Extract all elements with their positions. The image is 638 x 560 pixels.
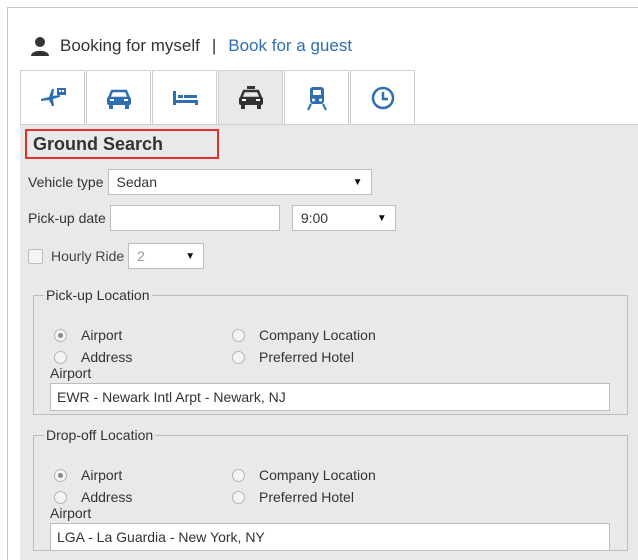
pickup-airport-label: Airport xyxy=(81,327,123,343)
dropoff-radio-airport[interactable]: Airport xyxy=(54,467,122,483)
pickup-radio-airport[interactable]: Airport xyxy=(54,327,122,343)
chevron-down-icon: ▼ xyxy=(352,176,363,188)
taxi-icon xyxy=(238,85,263,109)
ground-search-panel: Ground Search Vehicle type Sedan ▼ Pick-… xyxy=(20,124,638,560)
car-icon xyxy=(106,89,131,109)
radio-button[interactable] xyxy=(232,490,245,504)
hourly-ride-checkbox[interactable] xyxy=(28,248,43,264)
chevron-down-icon: ▼ xyxy=(185,250,196,262)
dropoff-location-fieldset: Drop-off Location Airport Company Locati… xyxy=(33,427,628,551)
dropoff-hotel-label: Preferred Hotel xyxy=(259,489,354,505)
vehicle-type-label: Vehicle type xyxy=(28,174,104,190)
clock-icon xyxy=(371,86,394,109)
radio-button[interactable] xyxy=(54,468,67,482)
radio-button[interactable] xyxy=(232,350,245,364)
dropoff-location-legend: Drop-off Location xyxy=(46,427,154,443)
vehicle-type-select[interactable]: Sedan ▼ xyxy=(107,169,372,195)
booking-for-myself[interactable]: Booking for myself xyxy=(60,36,200,56)
radio-button[interactable] xyxy=(54,328,67,342)
pickup-company-label: Company Location xyxy=(259,327,376,343)
hourly-ride-row: Hourly Ride 2 ▼ xyxy=(28,243,205,269)
radio-button[interactable] xyxy=(54,350,67,364)
dropoff-radio-address[interactable]: Address xyxy=(54,489,132,505)
tab-rail[interactable] xyxy=(284,70,349,124)
tab-recent[interactable] xyxy=(350,70,415,124)
dropoff-radio-hotel[interactable]: Preferred Hotel xyxy=(232,489,354,505)
radio-button[interactable] xyxy=(232,328,245,342)
vehicle-type-row: Vehicle type Sedan ▼ xyxy=(28,169,372,195)
bed-icon xyxy=(172,90,198,105)
pickup-date-input[interactable] xyxy=(109,205,280,231)
chevron-down-icon: ▼ xyxy=(376,212,387,224)
train-icon xyxy=(306,86,327,110)
travel-type-tabs xyxy=(20,70,638,124)
tab-car[interactable] xyxy=(86,70,151,124)
pickup-hotel-label: Preferred Hotel xyxy=(259,349,354,365)
dropoff-address-label: Address xyxy=(81,489,133,505)
booking-separator: | xyxy=(211,36,217,55)
book-for-guest-link[interactable]: Book for a guest xyxy=(228,36,352,56)
hourly-ride-value: 2 xyxy=(137,248,145,264)
vehicle-type-value: Sedan xyxy=(116,174,157,190)
dropoff-airport-label: Airport xyxy=(81,467,123,483)
tab-ground-transport[interactable] xyxy=(218,70,283,124)
dropoff-radio-company[interactable]: Company Location xyxy=(232,467,376,483)
dropoff-airport-input[interactable]: LGA - La Guardia - New York, NY xyxy=(50,523,610,551)
person-icon xyxy=(31,37,49,56)
dropoff-airport-field-label: Airport xyxy=(50,505,92,521)
tab-air-hotel[interactable] xyxy=(20,70,85,124)
hourly-ride-select[interactable]: 2 ▼ xyxy=(128,243,205,269)
ground-search-title: Ground Search xyxy=(25,129,219,159)
pickup-date-row: Pick-up date 9:00 ▼ xyxy=(28,205,396,231)
pickup-location-legend: Pick-up Location xyxy=(46,287,150,303)
dropoff-company-label: Company Location xyxy=(259,467,376,483)
pickup-airport-input[interactable]: EWR - Newark Intl Arpt - Newark, NJ xyxy=(50,383,610,411)
booking-mode-bar: Booking for myself | Book for a guest xyxy=(30,34,352,58)
pickup-time-value: 9:00 xyxy=(300,210,329,226)
pickup-radio-address[interactable]: Address xyxy=(54,349,132,365)
pickup-address-label: Address xyxy=(81,349,133,365)
pickup-date-label: Pick-up date xyxy=(28,210,106,226)
tab-hotel[interactable] xyxy=(152,70,217,124)
airplane-hotel-icon xyxy=(40,87,66,106)
pickup-radio-company[interactable]: Company Location xyxy=(232,327,376,343)
radio-button[interactable] xyxy=(54,490,67,504)
pickup-location-fieldset: Pick-up Location Airport Company Locatio… xyxy=(33,287,628,415)
pickup-time-select[interactable]: 9:00 ▼ xyxy=(291,205,396,231)
hourly-ride-label: Hourly Ride xyxy=(51,248,125,264)
pickup-radio-hotel[interactable]: Preferred Hotel xyxy=(232,349,354,365)
pickup-airport-field-label: Airport xyxy=(50,365,92,381)
radio-button[interactable] xyxy=(232,468,245,482)
